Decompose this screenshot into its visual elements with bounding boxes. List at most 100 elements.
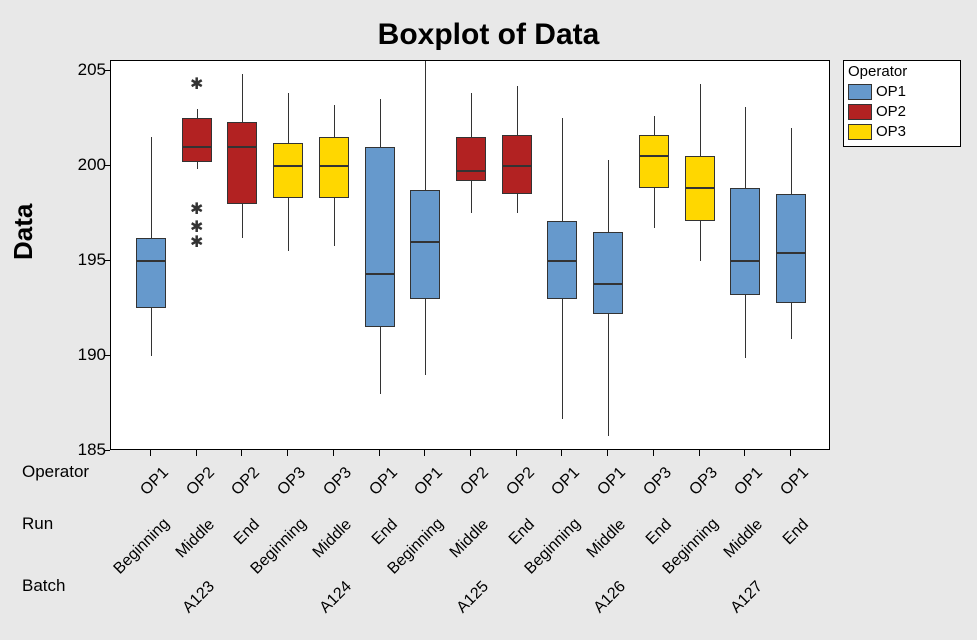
whisker-lower	[151, 308, 152, 356]
legend-item: OP2	[848, 102, 956, 122]
median-line	[365, 273, 395, 275]
x-tick-mark	[196, 450, 197, 456]
x-label-batch: A125	[431, 578, 493, 640]
whisker-lower	[745, 295, 746, 358]
whisker-lower	[700, 221, 701, 261]
whisker-upper	[791, 128, 792, 195]
box	[273, 143, 303, 198]
legend-swatch	[848, 84, 872, 100]
legend-label: OP1	[876, 82, 906, 102]
whisker-upper	[288, 93, 289, 142]
whisker-upper	[471, 93, 472, 137]
legend-title: Operator	[848, 63, 956, 82]
whisker-upper	[608, 160, 609, 232]
whisker-lower	[654, 188, 655, 228]
y-tick-label: 190	[62, 345, 106, 365]
y-tick-mark	[104, 165, 110, 166]
whisker-lower	[791, 303, 792, 339]
whisker-lower	[425, 299, 426, 375]
median-line	[227, 146, 257, 148]
box	[136, 238, 166, 308]
box	[730, 188, 760, 295]
x-tick-mark	[607, 450, 608, 456]
whisker-lower	[471, 181, 472, 213]
box	[456, 137, 486, 181]
x-label-batch: A126	[568, 578, 630, 640]
whisker-lower	[197, 162, 198, 170]
whisker-lower	[608, 314, 609, 436]
legend-swatch	[848, 104, 872, 120]
x-tick-mark	[470, 450, 471, 456]
whisker-lower	[517, 194, 518, 213]
median-line	[730, 260, 760, 262]
whisker-upper	[425, 61, 426, 190]
x-tick-mark	[424, 450, 425, 456]
x-tick-mark	[333, 450, 334, 456]
whisker-upper	[242, 74, 243, 122]
x-label-batch: A123	[156, 578, 218, 640]
whisker-upper	[745, 107, 746, 189]
y-tick-mark	[104, 70, 110, 71]
box	[410, 190, 440, 298]
y-tick-mark	[104, 260, 110, 261]
box	[593, 232, 623, 314]
whisker-lower	[380, 327, 381, 394]
median-line	[547, 260, 577, 262]
y-tick-mark	[104, 355, 110, 356]
whisker-upper	[517, 86, 518, 135]
median-line	[685, 187, 715, 189]
whisker-upper	[380, 99, 381, 147]
x-label-batch: A127	[705, 578, 767, 640]
x-tick-mark	[561, 450, 562, 456]
y-tick-label: 205	[62, 60, 106, 80]
whisker-upper	[197, 109, 198, 119]
row-label-operator: Operator	[22, 462, 89, 482]
y-tick-label: 195	[62, 250, 106, 270]
legend-label: OP2	[876, 102, 906, 122]
row-label-run: Run	[22, 514, 53, 534]
median-line	[182, 146, 212, 148]
whisker-lower	[562, 299, 563, 419]
whisker-upper	[654, 116, 655, 135]
legend-swatch	[848, 124, 872, 140]
whisker-lower	[334, 198, 335, 246]
x-tick-mark	[150, 450, 151, 456]
y-axis-label: Data	[8, 204, 39, 260]
whisker-lower	[242, 204, 243, 238]
chart-title: Boxplot of Data	[0, 18, 977, 52]
whisker-upper	[151, 137, 152, 238]
whisker-lower	[288, 198, 289, 251]
box	[639, 135, 669, 188]
box	[776, 194, 806, 302]
y-tick-mark	[104, 450, 110, 451]
median-line	[136, 260, 166, 262]
x-tick-mark	[653, 450, 654, 456]
x-tick-mark	[241, 450, 242, 456]
outlier-marker: ✱	[190, 74, 203, 94]
median-line	[593, 283, 623, 285]
outlier-marker: ✱	[190, 199, 203, 219]
x-tick-mark	[790, 450, 791, 456]
box	[319, 137, 349, 198]
x-label-batch: A124	[293, 578, 355, 640]
x-tick-mark	[699, 450, 700, 456]
x-tick-mark	[379, 450, 380, 456]
box	[227, 122, 257, 204]
legend-item: OP1	[848, 82, 956, 102]
whisker-upper	[700, 84, 701, 156]
chart-container: Boxplot of Data Data ✱✱✱✱ 18519019520020…	[0, 0, 977, 639]
y-tick-label: 185	[62, 440, 106, 460]
box	[182, 118, 212, 162]
row-label-batch: Batch	[22, 576, 65, 596]
legend-item: OP3	[848, 122, 956, 142]
y-tick-label: 200	[62, 155, 106, 175]
median-line	[273, 165, 303, 167]
x-tick-mark	[287, 450, 288, 456]
x-tick-mark	[516, 450, 517, 456]
plot-area: ✱✱✱✱	[110, 60, 830, 450]
x-tick-mark	[744, 450, 745, 456]
whisker-upper	[334, 105, 335, 137]
median-line	[639, 155, 669, 157]
legend-label: OP3	[876, 122, 906, 142]
whisker-upper	[562, 118, 563, 221]
